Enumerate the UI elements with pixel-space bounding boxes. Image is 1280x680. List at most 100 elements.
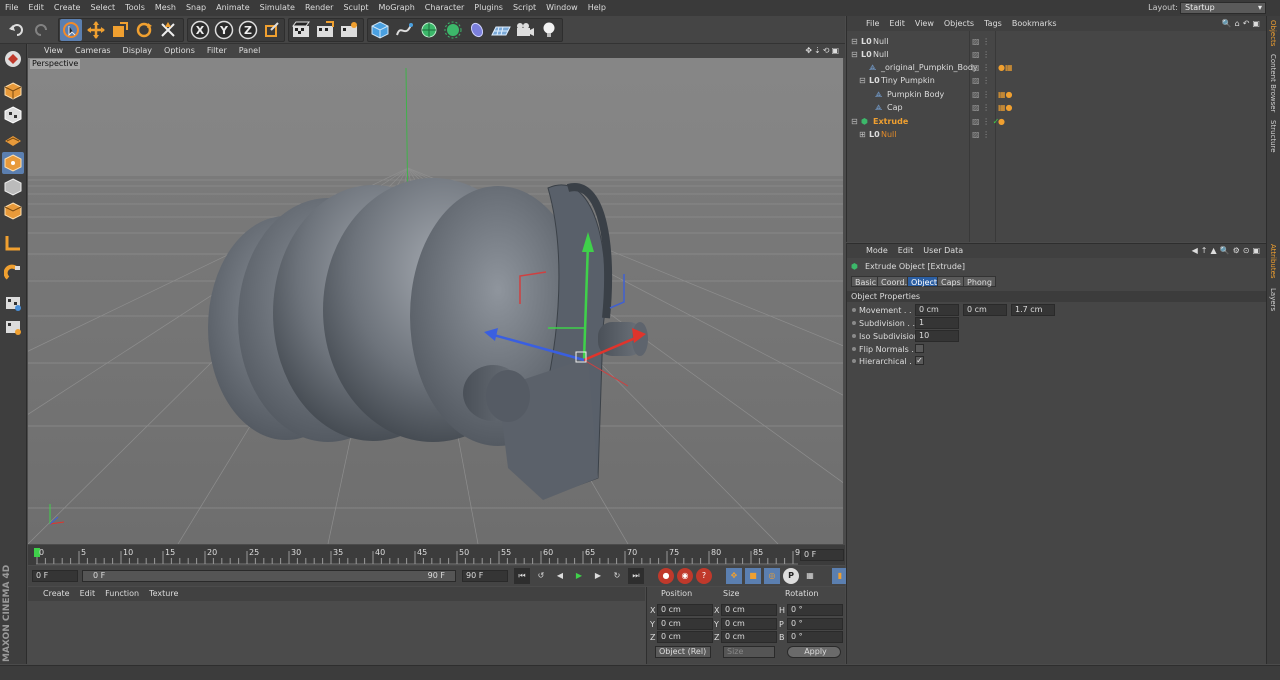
next-key-icon[interactable]: ↻ <box>609 568 625 584</box>
render-settings-icon[interactable] <box>338 19 360 41</box>
visibility-dots-icon[interactable]: ▨ ⋮ <box>972 101 990 114</box>
object-name[interactable]: Null <box>873 48 889 61</box>
render-view-icon[interactable] <box>290 19 312 41</box>
live-selection-icon[interactable] <box>60 19 82 41</box>
recent-tools-icon[interactable] <box>157 19 179 41</box>
planar-workplane-icon[interactable] <box>2 316 24 338</box>
side-tab-attributes[interactable]: Attributes <box>1269 244 1277 279</box>
previous-key-icon[interactable]: ↺ <box>533 568 549 584</box>
undo-icon[interactable] <box>6 19 28 41</box>
object-row[interactable]: ⊟ L0 Tiny Pumpkin ▨ ⋮ <box>847 74 1267 87</box>
mat-menu-function[interactable]: Function <box>100 587 144 601</box>
go-to-end-icon[interactable]: ⏭ <box>628 568 644 584</box>
am-menu-user-data[interactable]: User Data <box>918 244 968 258</box>
rotation-b-field[interactable]: 0 ° <box>787 631 843 643</box>
lock-workplane-icon[interactable] <box>2 292 24 314</box>
side-tab-structure[interactable]: Structure <box>1269 120 1277 153</box>
subdivision-field[interactable]: 1 <box>915 317 959 329</box>
make-editable-icon[interactable] <box>2 48 24 70</box>
om-menu-bookmarks[interactable]: Bookmarks <box>1007 16 1062 31</box>
tab-object[interactable]: Object <box>907 276 942 287</box>
timeline-ruler[interactable]: 051015202530354045505560657075808590 0 F <box>28 545 845 565</box>
object-name[interactable]: Pumpkin Body <box>887 88 944 101</box>
subdivision-surface-icon[interactable] <box>418 19 440 41</box>
current-frame-field[interactable]: 0 F <box>800 549 844 561</box>
menu-sculpt[interactable]: Sculpt <box>338 0 373 16</box>
deformer-icon[interactable] <box>466 19 488 41</box>
menu-mesh[interactable]: Mesh <box>150 0 181 16</box>
autokey-icon[interactable]: ◉ <box>677 568 693 584</box>
menu-tools[interactable]: Tools <box>120 0 150 16</box>
menu-select[interactable]: Select <box>85 0 120 16</box>
menu-character[interactable]: Character <box>420 0 470 16</box>
iso-subdivision-field[interactable]: 10 <box>915 330 959 342</box>
apply-button[interactable]: Apply <box>787 646 841 658</box>
menu-mograph[interactable]: MoGraph <box>373 0 419 16</box>
menu-edit[interactable]: Edit <box>23 0 49 16</box>
side-tab-objects[interactable]: Objects <box>1269 20 1277 46</box>
expand-icon[interactable]: ⊟ <box>851 48 858 61</box>
record-parameter-icon[interactable]: P <box>783 568 799 584</box>
position-y-field[interactable]: 0 cm <box>657 618 713 630</box>
object-name[interactable]: Cap <box>887 101 903 114</box>
size-y-field[interactable]: 0 cm <box>721 618 777 630</box>
object-row[interactable]: ⊟ L0 Null ▨ ⋮ <box>847 35 1267 48</box>
om-search-nav-icons[interactable]: 🔍⌂↶▣ <box>1222 16 1263 31</box>
menu-script[interactable]: Script <box>508 0 541 16</box>
object-row[interactable]: ⊞ L0 Null ▨ ⋮ <box>847 128 1267 141</box>
am-menu-edit[interactable]: Edit <box>893 244 919 258</box>
visibility-dots-icon[interactable]: ▨ ⋮ <box>972 128 990 141</box>
object-name[interactable]: Null <box>873 35 889 48</box>
layout-dropdown[interactable]: Startup ▾ <box>1180 2 1266 14</box>
om-menu-view[interactable]: View <box>910 16 939 31</box>
material-manager-area[interactable] <box>28 601 645 664</box>
step-forward-icon[interactable]: ▶ <box>590 568 606 584</box>
size-z-field[interactable]: 0 cm <box>721 631 777 643</box>
expand-icon[interactable]: ⊞ <box>859 128 866 141</box>
position-x-field[interactable]: 0 cm <box>657 604 713 616</box>
animate-dot-icon[interactable] <box>852 334 856 338</box>
menu-simulate[interactable]: Simulate <box>255 0 300 16</box>
hierarchical-checkbox[interactable]: ✓ <box>915 356 924 365</box>
object-row[interactable]: ⊟ L0 Null ▨ ⋮ <box>847 48 1267 61</box>
light-icon[interactable] <box>538 19 560 41</box>
material-tag-icon[interactable]: ●▦ <box>998 61 1013 74</box>
material-tag-icon[interactable]: ● <box>998 115 1005 128</box>
viewport-camera-label[interactable]: Perspective <box>30 59 81 69</box>
record-active-icon[interactable]: ● <box>658 568 674 584</box>
scale-icon[interactable] <box>109 19 131 41</box>
menu-plugins[interactable]: Plugins <box>469 0 508 16</box>
mat-menu-create[interactable]: Create <box>38 587 75 601</box>
mat-menu-texture[interactable]: Texture <box>144 587 183 601</box>
object-name[interactable]: Extrude <box>873 115 908 128</box>
vp-menu-cameras[interactable]: Cameras <box>69 44 117 58</box>
material-tag-icon[interactable]: ▦● <box>998 101 1013 114</box>
object-name[interactable]: Null <box>881 128 897 141</box>
flip-normals-checkbox[interactable] <box>915 344 924 353</box>
vp-menu-panel[interactable]: Panel <box>233 44 267 58</box>
animate-dot-icon[interactable] <box>852 347 856 351</box>
model-mode-icon[interactable] <box>2 80 24 102</box>
render-picture-viewer-icon[interactable] <box>314 19 336 41</box>
workplane-mode-icon[interactable] <box>2 128 24 150</box>
go-to-start-icon[interactable]: ⏮ <box>514 568 530 584</box>
menu-file[interactable]: File <box>0 0 23 16</box>
object-row[interactable]: ⊟ ⬢ Extrude ▨ ⋮ ✓ ● <box>847 115 1267 128</box>
record-rotation-icon[interactable]: ◎ <box>764 568 780 584</box>
object-name[interactable]: Tiny Pumpkin <box>881 74 935 87</box>
points-mode-icon[interactable] <box>2 152 24 174</box>
side-tab-content-browser[interactable]: Content Browser <box>1269 54 1277 112</box>
z-axis-lock-icon[interactable]: Z <box>237 19 259 41</box>
vp-menu-filter[interactable]: Filter <box>201 44 233 58</box>
coordinate-system-icon[interactable] <box>261 19 283 41</box>
expand-icon[interactable]: ⊟ <box>851 115 858 128</box>
play-icon[interactable]: ▶ <box>571 568 587 584</box>
floor-icon[interactable] <box>490 19 512 41</box>
texture-mode-icon[interactable] <box>2 104 24 126</box>
animate-dot-icon[interactable] <box>852 321 856 325</box>
animate-dot-icon[interactable] <box>852 359 856 363</box>
object-name[interactable]: _original_Pumpkin_Body <box>881 61 978 74</box>
menu-help[interactable]: Help <box>583 0 611 16</box>
tab-phong[interactable]: Phong <box>963 276 996 287</box>
start-frame-field[interactable]: 0 F <box>32 570 78 582</box>
